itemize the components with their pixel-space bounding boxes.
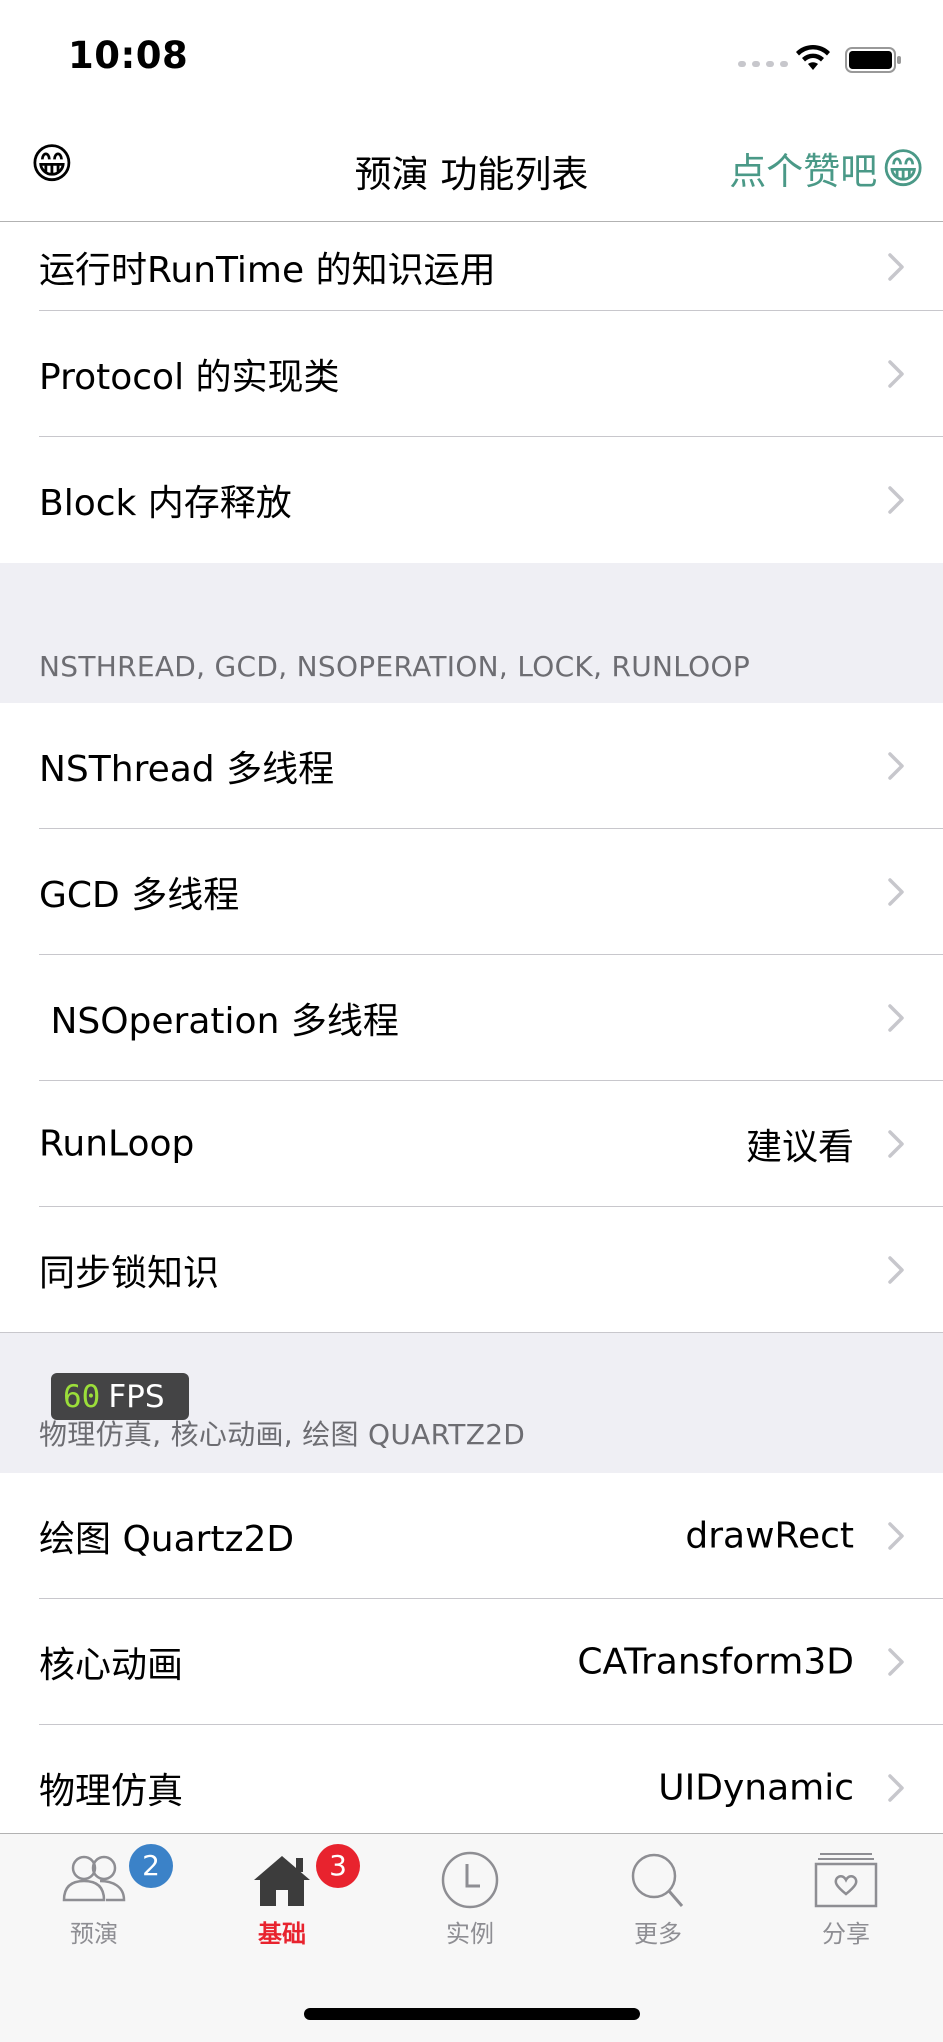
- chevron-right-icon: [888, 752, 904, 780]
- chevron-right-icon: [888, 486, 904, 514]
- share-heart-icon: [814, 1853, 878, 1908]
- tab-examples[interactable]: 实例: [376, 1834, 564, 1948]
- tab-badge: 2: [129, 1844, 173, 1888]
- function-list-table[interactable]: 运行时RunTime 的知识运用 Protocol 的实现类 Block 内存释…: [0, 223, 943, 1833]
- tab-preview[interactable]: 2 预演: [0, 1834, 188, 1948]
- navigation-bar: 😁 预演 功能列表 点个赞吧 😁: [0, 110, 943, 222]
- section-header-title: NSTHREAD, GCD, NSOPERATION, LOCK, RUNLOO…: [39, 650, 751, 683]
- table-row[interactable]: 运行时RunTime 的知识运用: [0, 223, 943, 311]
- table-row[interactable]: Protocol 的实现类: [0, 311, 943, 437]
- row-label: Protocol 的实现类: [39, 357, 340, 398]
- row-label: 同步锁知识: [39, 1253, 220, 1294]
- clock-icon: [441, 1851, 499, 1909]
- row-label: NSThread 多线程: [39, 749, 335, 790]
- chevron-right-icon: [888, 1256, 904, 1284]
- tab-label: 更多: [634, 1920, 682, 1948]
- tab-label: 预演: [70, 1920, 118, 1948]
- tab-share[interactable]: 分享: [752, 1834, 940, 1948]
- table-row[interactable]: 核心动画 CATransform3D: [0, 1599, 943, 1725]
- home-icon: [254, 1856, 310, 1906]
- chevron-right-icon: [888, 253, 904, 281]
- row-detail: 建议看: [745, 1127, 854, 1168]
- row-label: 运行时RunTime 的知识运用: [39, 250, 496, 291]
- status-bar: 10:08: [0, 0, 943, 110]
- like-button-label: 点个赞吧: [729, 150, 878, 193]
- table-row[interactable]: NSOperation 多线程: [0, 955, 943, 1081]
- like-button[interactable]: 点个赞吧 😁: [729, 141, 925, 195]
- like-button-emoji: 😁: [881, 143, 925, 193]
- row-label: 核心动画: [39, 1645, 184, 1686]
- people-icon: [62, 1855, 126, 1902]
- row-label: 绘图 Quartz2D: [39, 1519, 295, 1560]
- wifi-icon: [796, 44, 830, 70]
- fps-indicator: 60 FPS: [51, 1373, 189, 1420]
- chevron-right-icon: [888, 878, 904, 906]
- row-detail: UIDynamic: [658, 1767, 854, 1809]
- chevron-right-icon: [888, 1004, 904, 1032]
- chevron-right-icon: [888, 1522, 904, 1550]
- chevron-right-icon: [888, 1774, 904, 1802]
- row-label: Block 内存释放: [39, 483, 292, 524]
- fps-unit: FPS: [108, 1378, 165, 1415]
- table-row[interactable]: 物理仿真 UIDynamic: [0, 1725, 943, 1833]
- chevron-right-icon: [888, 360, 904, 388]
- table-row[interactable]: 同步锁知识: [0, 1207, 943, 1333]
- status-time: 10:08: [68, 34, 189, 77]
- table-row[interactable]: GCD 多线程: [0, 829, 943, 955]
- table-row[interactable]: RunLoop 建议看: [0, 1081, 943, 1207]
- row-detail: CATransform3D: [577, 1641, 854, 1683]
- cellular-signal-icon: [738, 61, 788, 67]
- row-detail: drawRect: [685, 1515, 854, 1557]
- table-row[interactable]: NSThread 多线程: [0, 703, 943, 829]
- tab-label: 实例: [446, 1920, 494, 1948]
- home-indicator[interactable]: [304, 2008, 640, 2020]
- tab-label: 分享: [822, 1920, 870, 1948]
- search-icon: [631, 1853, 684, 1907]
- chevron-right-icon: [888, 1648, 904, 1676]
- row-label: NSOperation 多线程: [39, 1001, 399, 1042]
- tab-label: 基础: [258, 1920, 306, 1948]
- row-label: GCD 多线程: [39, 875, 240, 916]
- table-row[interactable]: Block 内存释放: [0, 437, 943, 563]
- chevron-right-icon: [888, 1130, 904, 1158]
- tab-basics[interactable]: 3 基础: [188, 1834, 376, 1948]
- tab-more[interactable]: 更多: [564, 1834, 752, 1948]
- section-header: NSTHREAD, GCD, NSOPERATION, LOCK, RUNLOO…: [0, 563, 943, 703]
- battery-icon: [845, 47, 901, 73]
- table-row[interactable]: 绘图 Quartz2D drawRect: [0, 1473, 943, 1599]
- tab-badge: 3: [316, 1844, 360, 1888]
- row-label: RunLoop: [39, 1123, 195, 1165]
- fps-value: 60: [63, 1378, 101, 1415]
- row-label: 物理仿真: [39, 1771, 184, 1812]
